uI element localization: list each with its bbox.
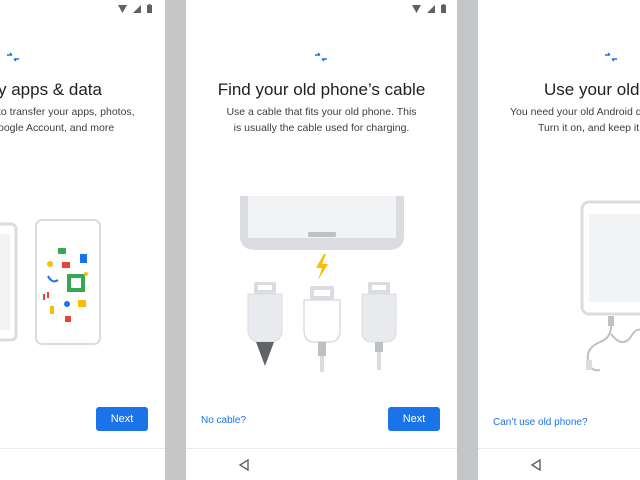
battery-icon bbox=[147, 4, 152, 13]
signal-icon bbox=[427, 4, 435, 13]
description-line: to transfer your apps, photos, bbox=[0, 106, 135, 118]
wifi-icon bbox=[118, 4, 127, 13]
page-description: You need your old Android d Turn it on, … bbox=[510, 104, 640, 136]
navigation-bar bbox=[186, 448, 457, 480]
page-title: y apps & data bbox=[0, 80, 102, 99]
page-title: Find your old phone’s cable bbox=[217, 80, 426, 99]
status-bar bbox=[118, 4, 152, 13]
phone-cables-illustration bbox=[240, 196, 404, 372]
cant-use-old-phone-link[interactable]: Can’t use old phone? bbox=[493, 417, 588, 428]
setup-screen-find-cable: Find your old phone’s cable Use a cable … bbox=[186, 0, 457, 480]
page-description: to transfer your apps, photos, oogle Acc… bbox=[0, 104, 135, 136]
back-triangle-icon[interactable] bbox=[238, 459, 250, 471]
lightning-icon bbox=[316, 254, 328, 280]
description-line: Turn it on, and keep it bbox=[538, 122, 640, 134]
description-line: is usually the cable used for charging. bbox=[233, 122, 410, 134]
page-title: Use your old p bbox=[544, 80, 640, 99]
navigation-bar bbox=[478, 448, 640, 480]
setup-screen-use-old-phone: Use your old p You need your old Android… bbox=[478, 0, 640, 480]
phones-illustration bbox=[0, 219, 101, 345]
transfer-arrows-icon bbox=[605, 52, 617, 62]
wifi-icon bbox=[412, 4, 421, 13]
old-phone-illustration bbox=[580, 200, 640, 372]
transfer-arrows-icon bbox=[315, 52, 327, 62]
next-button[interactable]: Next bbox=[388, 407, 440, 431]
battery-icon bbox=[441, 4, 446, 13]
description-line: oogle Account, and more bbox=[0, 122, 115, 134]
description-line: You need your old Android d bbox=[510, 106, 640, 118]
no-cable-link[interactable]: No cable? bbox=[201, 415, 246, 426]
navigation-bar bbox=[0, 448, 165, 480]
signal-icon bbox=[133, 4, 141, 13]
page-description: Use a cable that fits your old phone. Th… bbox=[186, 104, 457, 136]
status-bar bbox=[412, 4, 446, 13]
setup-screen-copy-apps: y apps & data to transfer your apps, pho… bbox=[0, 0, 165, 480]
next-button[interactable]: Next bbox=[96, 407, 148, 431]
back-triangle-icon[interactable] bbox=[530, 459, 542, 471]
transfer-arrows-icon bbox=[7, 52, 19, 62]
description-line: Use a cable that fits your old phone. Th… bbox=[226, 106, 417, 118]
